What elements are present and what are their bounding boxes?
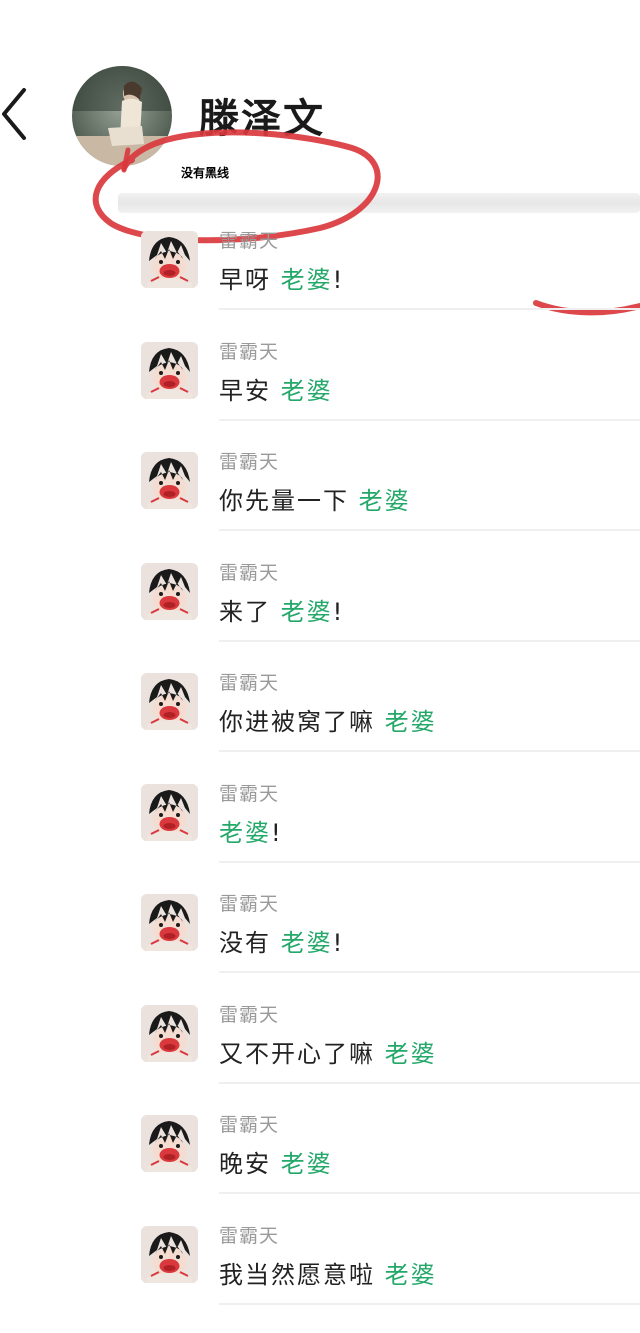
message-body: 没有 — [219, 929, 271, 957]
message-text: 晚安 老婆 — [219, 1144, 333, 1179]
highlight-term: 老婆 — [280, 597, 333, 626]
chevron-left-icon — [2, 88, 26, 140]
highlight-term: 老婆 — [219, 818, 271, 847]
sender-avatar[interactable] — [141, 231, 198, 288]
divider — [219, 529, 640, 531]
message-text: 你先量一下 老婆 — [219, 481, 411, 516]
highlight-term: 老婆 — [384, 1260, 437, 1289]
message-list: 雷霸天 早呀 老婆! 雷霸天 早安 老婆 雷霸天 你先量一下 老婆 雷霸天 来了… — [0, 222, 640, 1327]
sender-name: 雷霸天 — [219, 340, 280, 363]
contact-name: 滕泽文 — [199, 96, 325, 142]
sender-name: 雷霸天 — [219, 1114, 280, 1136]
sender-avatar[interactable] — [141, 894, 198, 951]
highlight-term: 老婆 — [384, 708, 437, 736]
message-suffix: ! — [332, 929, 345, 957]
message-item[interactable]: 雷霸天 早安 老婆 — [0, 333, 640, 444]
sender-avatar[interactable] — [141, 1115, 198, 1172]
divider — [219, 1302, 640, 1305]
divider — [219, 1192, 640, 1194]
message-item[interactable]: 雷霸天 没有 老婆! — [0, 885, 640, 996]
highlight-term: 老婆 — [280, 1150, 333, 1178]
divider — [219, 750, 640, 752]
highlight-term: 老婆 — [280, 266, 333, 294]
back-button[interactable] — [0, 78, 40, 148]
divider — [219, 639, 640, 642]
message-text: 早呀 老婆! — [219, 260, 344, 295]
message-body: 早呀 — [219, 266, 271, 294]
message-item[interactable]: 雷霸天 老婆! — [0, 775, 640, 886]
annotation-label: 没有黑线 — [181, 166, 230, 180]
message-body: 早安 — [219, 376, 271, 405]
sender-avatar[interactable] — [141, 673, 198, 730]
sender-name: 雷霸天 — [219, 561, 280, 584]
contact-avatar[interactable] — [72, 66, 172, 166]
divider — [219, 860, 640, 863]
message-item[interactable]: 雷霸天 早呀 老婆! — [0, 222, 640, 333]
message-text: 没有 老婆! — [219, 923, 344, 958]
message-item[interactable]: 雷霸天 来了 老婆! — [0, 554, 640, 665]
sender-name: 雷霸天 — [219, 1224, 280, 1247]
sender-avatar[interactable] — [141, 783, 198, 841]
message-body: 你进被窝了嘛 — [219, 708, 375, 736]
sender-name: 雷霸天 — [219, 451, 280, 473]
divider — [219, 308, 640, 310]
blurred-placeholder — [118, 193, 640, 213]
sender-avatar[interactable] — [141, 1004, 198, 1062]
message-text: 早安 老婆 — [219, 371, 333, 406]
message-text: 来了 老婆! — [219, 592, 344, 627]
message-item[interactable]: 雷霸天 又不开心了嘛 老婆 — [0, 996, 640, 1107]
message-body: 来了 — [219, 597, 271, 626]
divider — [219, 418, 640, 421]
sender-name: 雷霸天 — [219, 672, 280, 694]
sender-avatar[interactable] — [141, 562, 198, 620]
sender-name: 雷霸天 — [219, 1003, 280, 1026]
sender-name: 雷霸天 — [219, 782, 280, 805]
message-suffix: ! — [332, 266, 345, 294]
sender-name: 雷霸天 — [219, 230, 280, 252]
message-text: 我当然愿意啦 老婆 — [219, 1255, 437, 1290]
sender-avatar[interactable] — [141, 341, 198, 399]
message-text: 老婆! — [219, 813, 283, 848]
sender-name: 雷霸天 — [219, 893, 280, 915]
message-body: 又不开心了嘛 — [219, 1039, 375, 1068]
message-body: 晚安 — [219, 1150, 271, 1178]
sender-avatar[interactable] — [141, 452, 198, 509]
highlight-term: 老婆 — [358, 487, 411, 515]
sender-avatar[interactable] — [141, 1225, 198, 1283]
message-item[interactable]: 雷霸天 你进被窝了嘛 老婆 — [0, 664, 640, 775]
message-item[interactable]: 雷霸天 晚安 老婆 — [0, 1106, 640, 1217]
message-suffix: ! — [332, 597, 345, 626]
divider — [219, 971, 640, 973]
message-text: 又不开心了嘛 老婆 — [219, 1034, 437, 1069]
message-body: 我当然愿意啦 — [219, 1260, 375, 1289]
message-body: 你先量一下 — [219, 487, 349, 515]
highlight-term: 老婆 — [384, 1039, 437, 1068]
highlight-term: 老婆 — [280, 376, 333, 405]
message-text: 你进被窝了嘛 老婆 — [219, 702, 437, 737]
highlight-term: 老婆 — [280, 929, 333, 957]
message-item[interactable]: 雷霸天 我当然愿意啦 老婆 — [0, 1217, 640, 1328]
divider — [219, 1081, 640, 1084]
message-item[interactable]: 雷霸天 你先量一下 老婆 — [0, 443, 640, 554]
message-suffix: ! — [271, 818, 283, 847]
